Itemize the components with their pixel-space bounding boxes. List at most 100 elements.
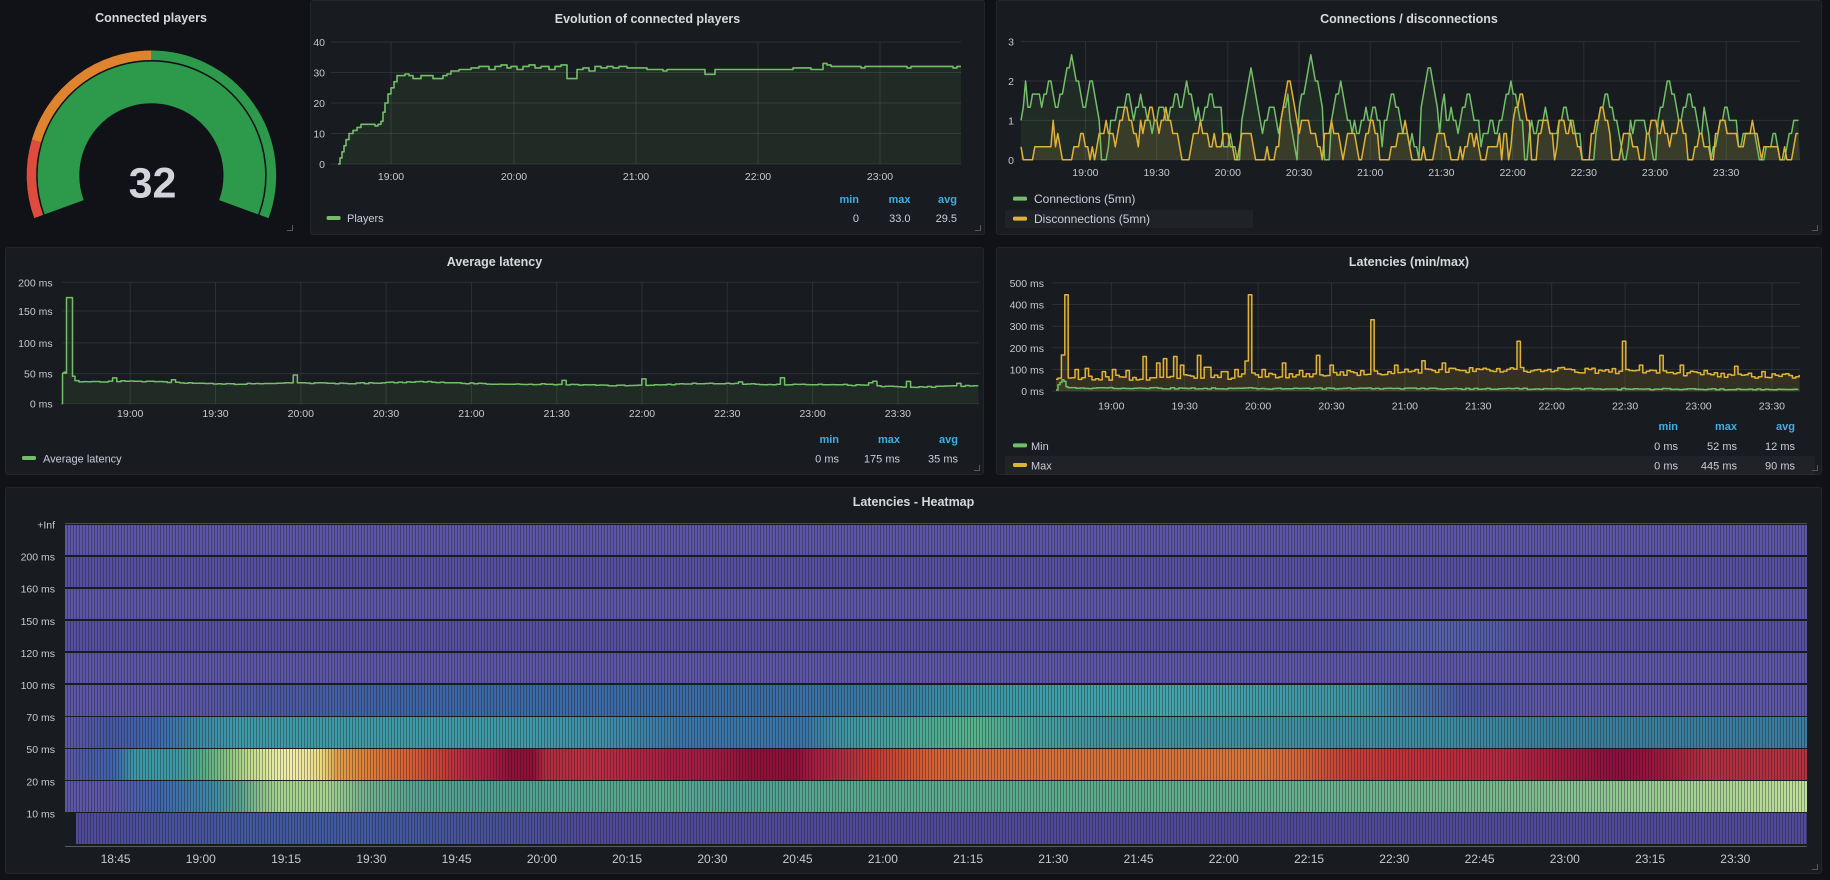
svg-text:21:00: 21:00 bbox=[458, 408, 484, 420]
svg-text:32: 32 bbox=[129, 160, 177, 208]
svg-text:100 ms: 100 ms bbox=[18, 338, 52, 350]
svg-text:0 ms: 0 ms bbox=[1021, 386, 1044, 398]
svg-text:19:15: 19:15 bbox=[271, 852, 301, 866]
svg-text:0: 0 bbox=[853, 213, 859, 225]
svg-text:200 ms: 200 ms bbox=[18, 277, 52, 289]
svg-text:23:30: 23:30 bbox=[885, 408, 911, 420]
svg-text:21:30: 21:30 bbox=[1038, 852, 1068, 866]
svg-text:20:15: 20:15 bbox=[612, 852, 642, 866]
svg-text:18:45: 18:45 bbox=[101, 852, 131, 866]
svg-text:22:30: 22:30 bbox=[1612, 401, 1638, 413]
svg-text:0 ms: 0 ms bbox=[815, 454, 839, 466]
svg-text:min: min bbox=[1658, 421, 1678, 433]
svg-text:max: max bbox=[878, 434, 901, 446]
svg-text:21:15: 21:15 bbox=[953, 852, 983, 866]
svg-text:40: 40 bbox=[313, 37, 325, 49]
svg-text:2: 2 bbox=[1008, 76, 1014, 88]
svg-text:50 ms: 50 ms bbox=[24, 369, 53, 381]
svg-text:23:00: 23:00 bbox=[1685, 401, 1711, 413]
svg-text:90 ms: 90 ms bbox=[1765, 461, 1795, 473]
svg-text:19:30: 19:30 bbox=[356, 852, 386, 866]
svg-text:21:00: 21:00 bbox=[868, 852, 898, 866]
svg-text:23:15: 23:15 bbox=[1635, 852, 1665, 866]
svg-text:19:00: 19:00 bbox=[378, 171, 404, 183]
svg-text:22:30: 22:30 bbox=[1571, 167, 1597, 179]
svg-text:20:00: 20:00 bbox=[501, 171, 527, 183]
svg-text:150 ms: 150 ms bbox=[21, 616, 55, 628]
svg-text:30: 30 bbox=[313, 68, 325, 80]
svg-text:avg: avg bbox=[939, 434, 958, 446]
svg-text:21:30: 21:30 bbox=[1465, 401, 1491, 413]
svg-text:0 ms: 0 ms bbox=[30, 399, 53, 411]
svg-text:0 ms: 0 ms bbox=[1654, 441, 1678, 453]
svg-text:100 ms: 100 ms bbox=[21, 680, 55, 692]
svg-text:52 ms: 52 ms bbox=[1707, 441, 1737, 453]
svg-text:22:30: 22:30 bbox=[1379, 852, 1409, 866]
svg-text:22:00: 22:00 bbox=[1499, 167, 1525, 179]
svg-text:Connections (5mn): Connections (5mn) bbox=[1034, 192, 1135, 206]
svg-text:0 ms: 0 ms bbox=[1654, 461, 1678, 473]
svg-text:20:45: 20:45 bbox=[783, 852, 813, 866]
svg-text:20:30: 20:30 bbox=[373, 408, 399, 420]
svg-text:22:00: 22:00 bbox=[629, 408, 655, 420]
svg-text:21:00: 21:00 bbox=[623, 171, 649, 183]
svg-text:20 ms: 20 ms bbox=[26, 776, 55, 788]
svg-text:150 ms: 150 ms bbox=[18, 306, 52, 318]
svg-text:19:00: 19:00 bbox=[1072, 167, 1098, 179]
svg-text:12 ms: 12 ms bbox=[1765, 441, 1795, 453]
svg-text:23:30: 23:30 bbox=[1720, 852, 1750, 866]
svg-text:max: max bbox=[888, 194, 911, 206]
svg-text:0: 0 bbox=[1008, 155, 1014, 167]
svg-text:min: min bbox=[839, 194, 859, 206]
svg-text:500 ms: 500 ms bbox=[1010, 278, 1044, 290]
svg-text:200 ms: 200 ms bbox=[21, 552, 55, 564]
svg-text:Min: Min bbox=[1031, 441, 1049, 453]
svg-text:22:30: 22:30 bbox=[714, 408, 740, 420]
svg-text:23:00: 23:00 bbox=[799, 408, 825, 420]
svg-text:min: min bbox=[819, 434, 839, 446]
svg-text:120 ms: 120 ms bbox=[21, 648, 55, 660]
svg-text:19:00: 19:00 bbox=[1098, 401, 1124, 413]
svg-text:1: 1 bbox=[1008, 115, 1014, 127]
svg-text:avg: avg bbox=[938, 194, 957, 206]
svg-text:19:00: 19:00 bbox=[117, 408, 143, 420]
svg-text:22:00: 22:00 bbox=[1539, 401, 1565, 413]
svg-text:10 ms: 10 ms bbox=[26, 808, 55, 820]
svg-text:50 ms: 50 ms bbox=[26, 744, 55, 756]
svg-text:21:00: 21:00 bbox=[1357, 167, 1383, 179]
svg-text:22:00: 22:00 bbox=[745, 171, 771, 183]
svg-text:23:30: 23:30 bbox=[1759, 401, 1785, 413]
svg-text:175 ms: 175 ms bbox=[864, 454, 901, 466]
svg-text:33.0: 33.0 bbox=[889, 213, 910, 225]
svg-text:10: 10 bbox=[313, 129, 325, 141]
svg-text:+Inf: +Inf bbox=[37, 520, 55, 532]
svg-text:19:30: 19:30 bbox=[1143, 167, 1169, 179]
svg-text:Average latency: Average latency bbox=[43, 454, 122, 466]
svg-text:21:30: 21:30 bbox=[544, 408, 570, 420]
svg-text:20: 20 bbox=[313, 98, 325, 110]
svg-text:21:30: 21:30 bbox=[1428, 167, 1454, 179]
svg-text:23:00: 23:00 bbox=[867, 171, 893, 183]
svg-text:23:30: 23:30 bbox=[1713, 167, 1739, 179]
svg-text:avg: avg bbox=[1776, 421, 1795, 433]
svg-text:20:30: 20:30 bbox=[697, 852, 727, 866]
svg-text:max: max bbox=[1715, 421, 1738, 433]
svg-text:35 ms: 35 ms bbox=[928, 454, 958, 466]
svg-text:Players: Players bbox=[347, 213, 384, 225]
svg-text:21:45: 21:45 bbox=[1124, 852, 1154, 866]
svg-text:20:00: 20:00 bbox=[1245, 401, 1271, 413]
svg-text:29.5: 29.5 bbox=[936, 213, 957, 225]
svg-text:3: 3 bbox=[1008, 37, 1014, 49]
svg-text:23:00: 23:00 bbox=[1550, 852, 1580, 866]
svg-text:21:00: 21:00 bbox=[1392, 401, 1418, 413]
svg-text:70 ms: 70 ms bbox=[26, 712, 55, 724]
svg-text:23:00: 23:00 bbox=[1642, 167, 1668, 179]
svg-text:20:00: 20:00 bbox=[1215, 167, 1241, 179]
svg-text:200 ms: 200 ms bbox=[1010, 343, 1044, 355]
svg-text:Max: Max bbox=[1031, 461, 1052, 473]
svg-text:400 ms: 400 ms bbox=[1010, 300, 1044, 312]
svg-text:20:00: 20:00 bbox=[288, 408, 314, 420]
svg-text:19:00: 19:00 bbox=[186, 852, 216, 866]
svg-text:445 ms: 445 ms bbox=[1701, 461, 1738, 473]
svg-text:20:30: 20:30 bbox=[1286, 167, 1312, 179]
